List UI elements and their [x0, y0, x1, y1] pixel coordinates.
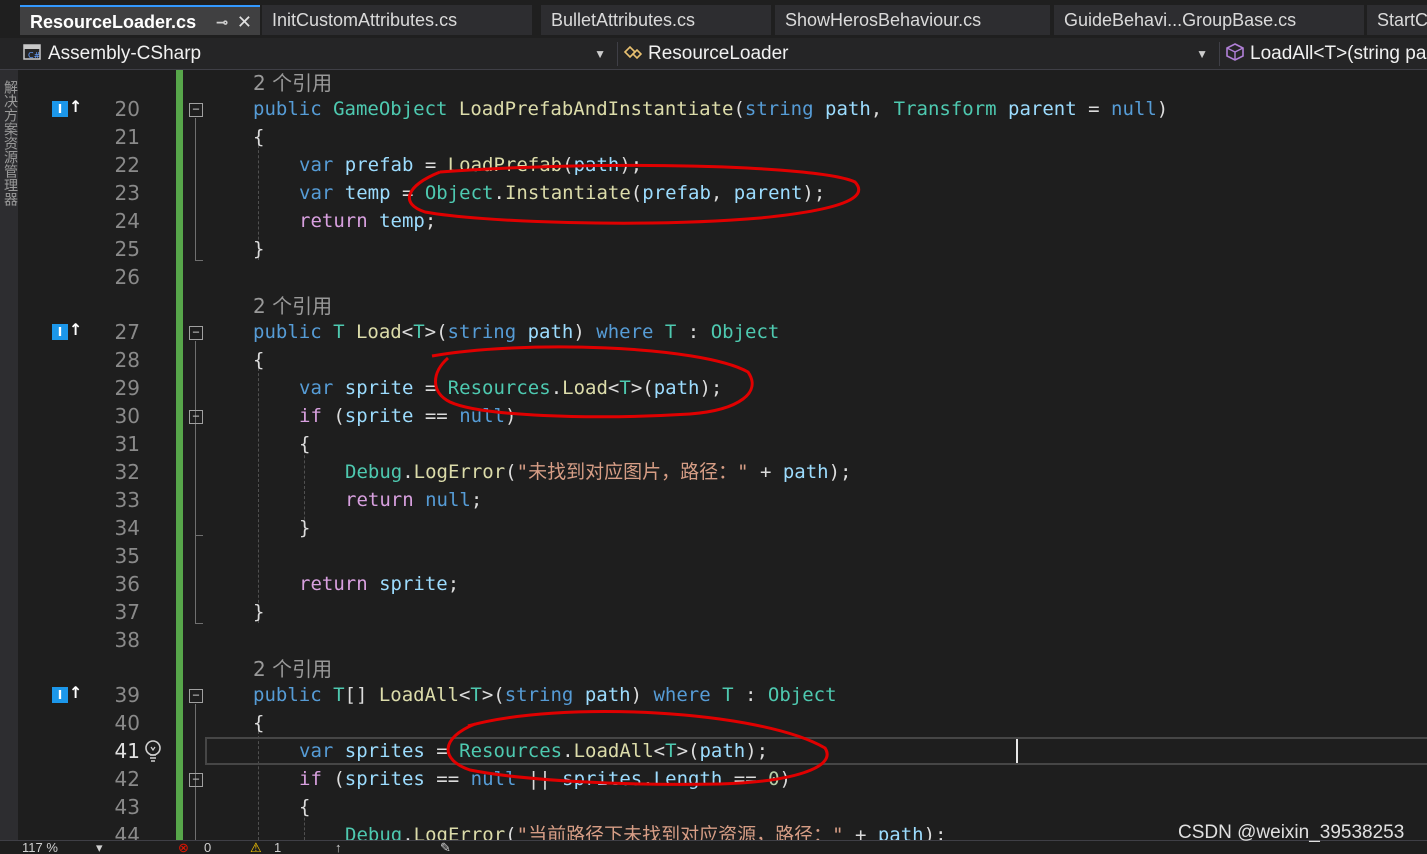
navigation-bar: C# Assembly-CSharp ▼ ResourceLoader ▼ Lo… [0, 38, 1427, 70]
watermark: CSDN @weixin_39538253 [1178, 822, 1405, 843]
code-line-43: { [299, 796, 311, 818]
code-line-41: var sprites = Resources.LoadAll<T>(path)… [299, 740, 769, 762]
code-line-20: public GameObject LoadPrefabAndInstantia… [253, 98, 1169, 120]
member-name: LoadAll<T>(string pa [1250, 43, 1427, 64]
code-line-40: { [253, 712, 265, 734]
pin-icon[interactable]: ⊸ [216, 7, 228, 35]
tab-resourceloader[interactable]: ResourceLoader.cs ⊸ ✕ [20, 5, 260, 35]
chevron-down-icon[interactable]: ▾ [96, 841, 103, 854]
line-number: 26 [114, 265, 140, 289]
line-number: 38 [114, 628, 140, 652]
tab-label: ShowHerosBehaviour.cs [785, 10, 982, 30]
member-dropdown[interactable]: LoadAll<T>(string pa [1224, 40, 1427, 68]
tab-showherosbehaviour[interactable]: ShowHerosBehaviour.cs [775, 5, 1050, 35]
code-line-30: if (sprite == null) [299, 405, 517, 427]
code-line-37: } [253, 601, 265, 623]
code-line-32: Debug.LogError("未找到对应图片，路径：" + path); [345, 461, 852, 483]
tab-label: InitCustomAttributes.cs [272, 10, 458, 30]
project-name: Assembly-CSharp [48, 43, 202, 64]
tab-guidebehaviour-groupbase[interactable]: GuideBehavi...GroupBase.cs [1054, 5, 1364, 35]
document-tab-bar: ResourceLoader.cs ⊸ ✕ InitCustomAttribut… [0, 0, 1427, 38]
code-line-44: Debug.LogError("当前路径下未找到对应资源，路径：" + path… [345, 824, 947, 840]
method-cube-icon [1226, 43, 1244, 61]
cleanup-icon[interactable]: ✎ [440, 841, 451, 854]
code-line-39: public T[] LoadAll<T>(string path) where… [253, 684, 837, 706]
svg-text:C#: C# [28, 51, 41, 60]
code-line-29: var sprite = Resources.Load<T>(path); [299, 377, 723, 399]
project-icon: C# [23, 44, 41, 60]
zoom-level[interactable]: 117 % [22, 841, 58, 854]
code-line-21: { [253, 126, 265, 148]
chevron-down-icon: ▼ [594, 47, 606, 61]
code-line-36: return sprite; [299, 573, 460, 595]
arrow-up-icon[interactable]: ↑ [335, 841, 342, 854]
tab-label: BulletAttributes.cs [551, 10, 696, 30]
warning-count[interactable]: 1 [274, 841, 281, 854]
code-line-34: } [299, 517, 311, 539]
tab-label: GuideBehavi...GroupBase.cs [1064, 10, 1297, 30]
line-number: 35 [114, 544, 140, 568]
tab-label: StartC [1377, 10, 1427, 30]
code-editor[interactable]: 2 个引用 2 个引用 2 个引用 I ↑ I ↑ I ↑ − − − − − 20 … [18, 70, 1427, 840]
code-lens-references[interactable]: 2 个引用 [253, 70, 332, 96]
warning-icon[interactable]: ⚠ [250, 841, 262, 854]
code-line-27: public T Load<T>(string path) where T : … [253, 321, 780, 343]
solution-explorer-strip[interactable]: 解决方案资源管理器 [0, 70, 18, 840]
class-name: ResourceLoader [648, 43, 789, 64]
error-icon[interactable]: ⊗ [178, 841, 189, 854]
class-dropdown[interactable]: ResourceLoader ▼ [622, 40, 1216, 68]
tab-initcustomattributes[interactable]: InitCustomAttributes.cs [262, 5, 532, 35]
tab-label: ResourceLoader.cs [30, 12, 197, 32]
chevron-down-icon: ▼ [1196, 47, 1208, 61]
code-line-23: var temp = Object.Instantiate(prefab, pa… [299, 182, 826, 204]
code-line-31: { [299, 433, 311, 455]
code-lens-references[interactable]: 2 个引用 [253, 653, 332, 682]
code-lens-references[interactable]: 2 个引用 [253, 290, 332, 319]
code-line-28: { [253, 349, 265, 371]
solution-explorer-label: 解决方案资源管理器 [2, 80, 18, 206]
class-icon [623, 45, 643, 60]
code-line-22: var prefab = LoadPrefab(path); [299, 154, 643, 176]
code-line-42: if (sprites == null || sprites.Length ==… [299, 768, 791, 790]
code-line-24: return temp; [299, 210, 437, 232]
project-dropdown[interactable]: C# Assembly-CSharp ▼ [22, 40, 614, 68]
tab-bulletattributes[interactable]: BulletAttributes.cs [541, 5, 771, 35]
error-count[interactable]: 0 [204, 841, 211, 854]
code-line-33: return null; [345, 489, 483, 511]
tab-startc[interactable]: StartC [1367, 5, 1427, 35]
close-icon[interactable]: ✕ [237, 7, 252, 35]
code-line-25: } [253, 238, 265, 260]
